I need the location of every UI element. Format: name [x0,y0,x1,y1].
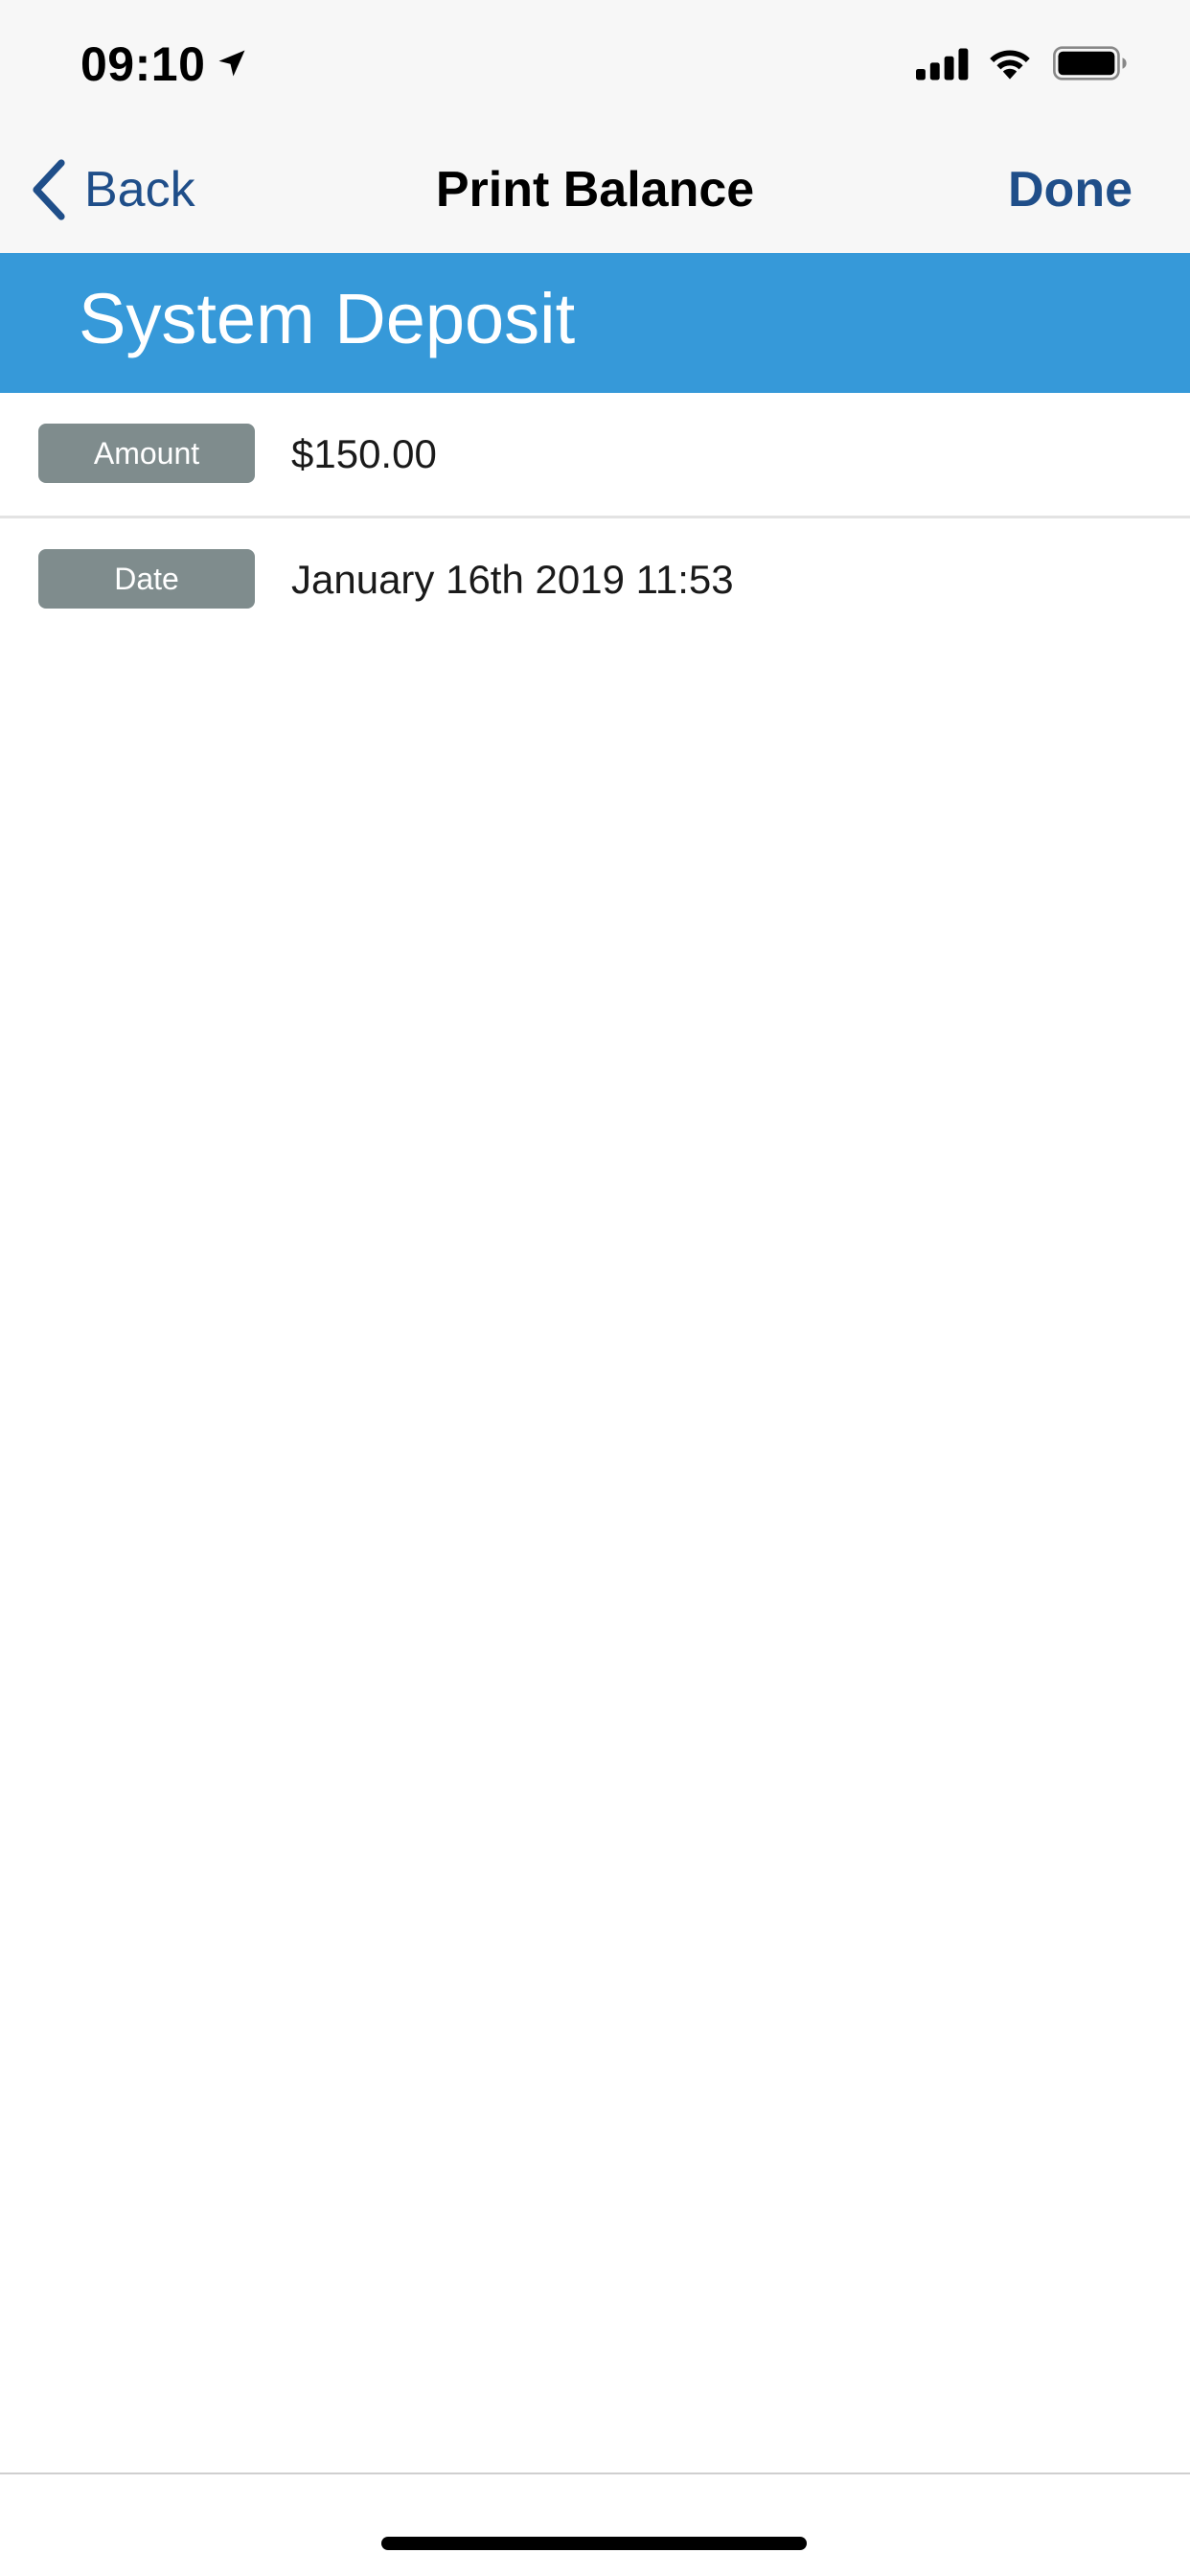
navigation-bar: Back Print Balance Done [0,126,1190,253]
bottom-divider [0,2472,1190,2474]
battery-icon [1053,46,1127,80]
top-chrome: 09:10 Back Print Balance Done [0,0,1190,253]
location-arrow-icon [218,50,245,77]
status-bar: 09:10 [0,0,1190,126]
section-header: System Deposit [0,253,1190,393]
back-button[interactable]: Back [31,155,195,224]
back-label: Back [84,162,195,218]
detail-row-date: Date January 16th 2019 11:53 [0,518,1190,641]
section-title: System Deposit [79,279,576,358]
home-indicator [381,2537,807,2550]
amount-value: $150.00 [291,431,437,476]
date-value: January 16th 2019 11:53 [291,557,734,602]
chevron-left-icon [33,159,65,220]
detail-row-amount: Amount $150.00 [0,393,1190,518]
status-time: 09:10 [80,37,206,91]
cellular-signal-icon [916,48,969,80]
wifi-icon [990,50,1030,80]
amount-badge: Amount [38,424,255,483]
date-badge: Date [38,549,255,609]
done-button[interactable]: Done [1008,161,1133,218]
